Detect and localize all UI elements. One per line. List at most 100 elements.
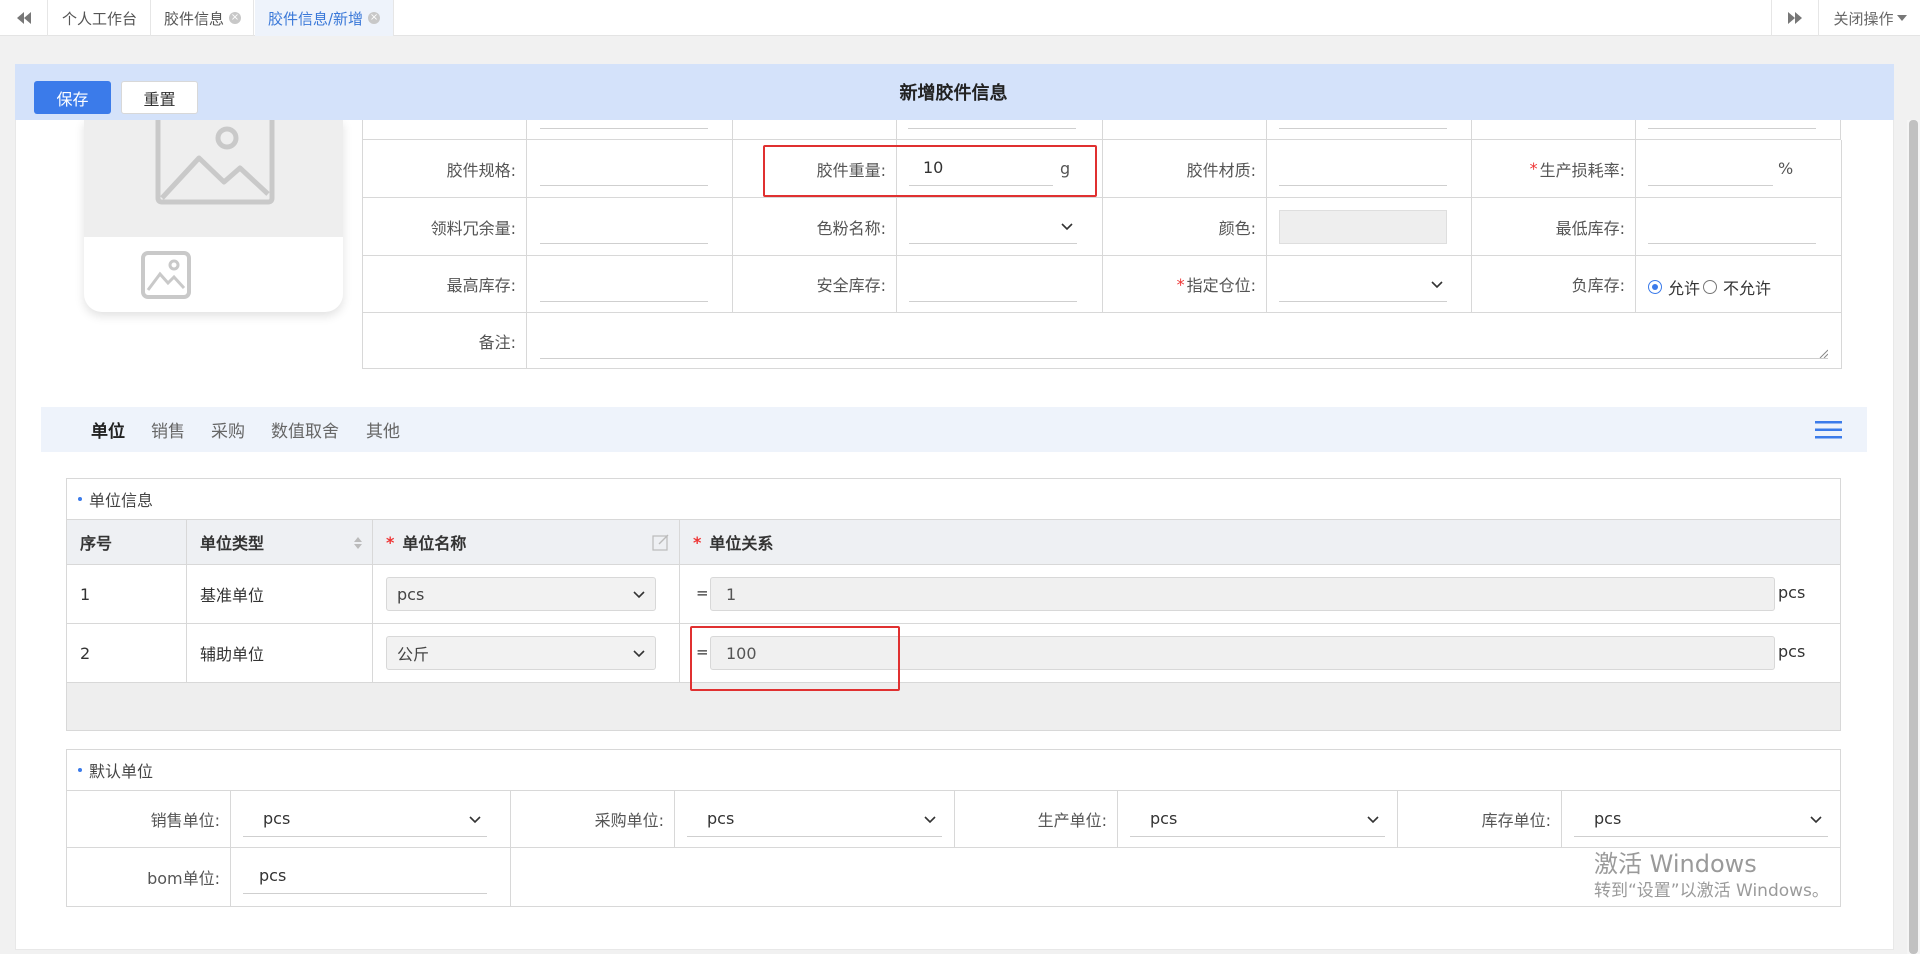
tab-label: 个人工作台 <box>61 9 137 28</box>
loss-rate-input[interactable] <box>1648 150 1773 186</box>
unit-info-title: 单位信息 <box>66 478 1841 520</box>
toner-cell <box>897 198 1103 256</box>
location-select[interactable] <box>1279 266 1447 302</box>
unit-name-select[interactable]: 公斤 <box>386 636 656 670</box>
table-row-relation-cell: = 1 pcs <box>680 565 1840 624</box>
edit-icon[interactable] <box>652 533 670 551</box>
stock-unit-label: 库存单位: <box>1398 791 1562 848</box>
table-row-name-cell: pcs <box>373 565 680 624</box>
default-units-title: 默认单位 <box>66 749 1841 791</box>
scrollbar-thumb[interactable] <box>1909 120 1918 954</box>
col-header-seq: 序号 <box>67 520 187 565</box>
close-icon[interactable]: × <box>368 12 381 24</box>
tab-unit[interactable]: 单位 <box>91 407 125 452</box>
loss-rate-cell: % <box>1636 140 1842 198</box>
radio-disallow[interactable] <box>1703 280 1718 294</box>
tabs-scroll-left-button[interactable] <box>0 0 48 36</box>
tab-rounding[interactable]: 数值取舍 <box>271 407 339 452</box>
chevron-down-icon <box>633 650 645 658</box>
redundancy-input[interactable] <box>540 208 708 244</box>
spec-label: 胶件规格: <box>362 140 527 198</box>
page-title: 新增胶件信息 <box>899 83 1008 104</box>
safe-stock-input[interactable] <box>909 266 1077 302</box>
double-chevron-left-icon <box>16 12 31 24</box>
radio-allow[interactable] <box>1648 280 1662 294</box>
relation-unit: pcs <box>1778 642 1806 661</box>
toner-select[interactable] <box>909 208 1077 244</box>
neg-stock-label: 负库存: <box>1472 256 1636 313</box>
min-stock-input[interactable] <box>1648 208 1816 244</box>
tab-label: 胶件信息/新增 <box>267 9 364 28</box>
neg-stock-cell: 允许 不允许 <box>1636 256 1842 313</box>
remark-textarea[interactable] <box>540 323 1828 359</box>
unit-name-select[interactable]: pcs <box>386 577 656 611</box>
tab-other[interactable]: 其他 <box>366 407 400 452</box>
sales-unit-select[interactable]: pcs <box>243 801 487 837</box>
upload-image-button[interactable] <box>140 250 192 300</box>
safe-stock-label: 安全库存: <box>733 256 897 313</box>
menu-button[interactable] <box>1815 420 1842 440</box>
table-row-type: 基准单位 <box>187 565 373 624</box>
material-cell <box>1267 140 1472 198</box>
color-cell <box>1267 198 1472 256</box>
spec-input[interactable] <box>540 150 708 186</box>
loss-rate-unit: % <box>1778 158 1794 178</box>
purchase-unit-select[interactable]: pcs <box>687 801 942 837</box>
table-row-seq: 1 <box>67 565 187 624</box>
chevron-down-icon <box>1810 815 1822 823</box>
production-unit-select[interactable]: pcs <box>1130 801 1385 837</box>
sales-unit-label: 销售单位: <box>67 791 231 848</box>
chevron-down-icon <box>924 815 936 823</box>
sort-icon[interactable] <box>354 537 362 549</box>
close-operations-label: 关闭操作 <box>1833 9 1894 28</box>
spec-cell <box>527 140 733 198</box>
reset-button[interactable]: 重置 <box>121 81 198 114</box>
neg-stock-radio-group: 允许 不允许 <box>1648 275 1771 299</box>
material-input[interactable] <box>1279 150 1447 186</box>
chevron-down-icon <box>1367 815 1379 823</box>
chevron-down-icon <box>1061 222 1073 230</box>
redundancy-label: 领料冗余量: <box>362 198 527 256</box>
bom-unit-input[interactable]: pcs <box>243 858 487 894</box>
resize-handle-icon[interactable] <box>1818 348 1828 358</box>
tab-purchase[interactable]: 采购 <box>211 407 245 452</box>
image-placeholder[interactable] <box>84 120 343 237</box>
activation-watermark-subtitle: 转到“设置”以激活 Windows。 <box>1594 881 1829 901</box>
min-stock-label: 最低库存: <box>1472 198 1636 256</box>
tab-sales[interactable]: 销售 <box>151 407 185 452</box>
radio-allow-label: 允许 <box>1668 279 1701 298</box>
caret-down-icon <box>1896 15 1907 21</box>
stock-unit-select[interactable]: pcs <box>1574 801 1828 837</box>
table-row-type: 辅助单位 <box>187 624 373 683</box>
tabs-scroll-right-button[interactable] <box>1771 0 1819 36</box>
table-row-seq: 2 <box>67 624 187 683</box>
close-operations-dropdown[interactable]: 关闭操作 <box>1820 0 1920 36</box>
close-icon[interactable]: × <box>229 12 241 24</box>
chevron-down-icon <box>633 591 645 599</box>
max-stock-cell <box>527 256 733 313</box>
purchase-unit-label: 采购单位: <box>511 791 675 848</box>
table-row-name-cell: 公斤 <box>373 624 680 683</box>
color-input[interactable] <box>1279 210 1447 244</box>
upload-image-icon <box>141 251 191 299</box>
max-stock-input[interactable] <box>540 266 708 302</box>
col-header-name: * 单位名称 <box>373 520 680 565</box>
image-placeholder-icon <box>155 120 275 205</box>
relation-input[interactable]: 1 <box>710 577 1775 611</box>
remark-cell <box>527 313 1842 369</box>
location-cell <box>1267 256 1472 313</box>
tab-personal-workbench[interactable]: 个人工作台 <box>49 0 151 36</box>
loss-rate-label: * 生产损耗率: <box>1472 140 1636 198</box>
location-label: * 指定仓位: <box>1103 256 1267 313</box>
purchase-unit-cell: pcs <box>675 791 955 848</box>
save-button[interactable]: 保存 <box>34 81 111 114</box>
tab-part-info[interactable]: 胶件信息 × <box>152 0 254 36</box>
table-footer <box>67 683 1840 730</box>
max-stock-label: 最高库存: <box>362 256 527 313</box>
highlight-weight <box>763 145 1097 197</box>
chevron-down-icon <box>1431 280 1443 288</box>
color-label: 颜色: <box>1103 198 1267 256</box>
relation-unit: pcs <box>1778 583 1806 602</box>
col-header-type[interactable]: 单位类型 <box>187 520 373 565</box>
tab-part-info-new[interactable]: 胶件信息/新增 × <box>255 0 394 36</box>
